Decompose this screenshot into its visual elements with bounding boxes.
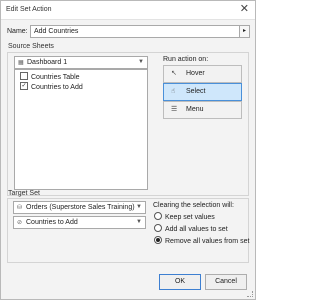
radio-label: Keep set values (165, 214, 215, 221)
chevron-down-icon: ▼ (136, 204, 142, 210)
sheet-label: Countries to Add (31, 84, 83, 91)
set-icon: ⊘ (17, 220, 23, 226)
window-title: Edit Set Action (6, 6, 52, 13)
datasource-icon: ⛁ (17, 205, 23, 211)
radio-add-all-values[interactable]: Add all values to set (154, 224, 228, 234)
sheet-label: Countries Table (31, 74, 80, 81)
target-set-heading: Target Set (8, 190, 40, 197)
radio-button-selected[interactable] (154, 236, 162, 245)
radio-keep-set-values[interactable]: Keep set values (154, 212, 215, 222)
sheet-item-countries-table[interactable]: Countries Table (20, 72, 80, 82)
data-source-dropdown[interactable]: ⛁ Orders (Superstore Sales Training) ▼ (13, 201, 146, 214)
menu-label: Menu (186, 106, 204, 113)
dashboard-dropdown[interactable]: ▦ Dashboard 1 ▼ (14, 56, 148, 69)
select-label: Select (186, 88, 206, 95)
dashboard-icon: ▦ (18, 60, 24, 66)
sheets-list: Countries Table ✓ Countries to Add (14, 69, 148, 190)
radio-button[interactable] (154, 224, 162, 233)
cancel-button[interactable]: Cancel (205, 274, 247, 290)
source-sheets-heading: Source Sheets (8, 43, 54, 50)
hover-label: Hover (186, 70, 205, 77)
pointer-icon: ☝ (171, 88, 176, 95)
set-value: Countries to Add (26, 219, 78, 226)
dashboard-value: Dashboard 1 (27, 59, 68, 66)
name-menu-button[interactable]: ▸ (239, 25, 250, 38)
name-input[interactable]: Add Countries (30, 25, 243, 38)
run-action-label: Run action on: (163, 56, 209, 63)
chevron-down-icon: ▼ (136, 219, 142, 225)
data-source-value: Orders (Superstore Sales Training) (26, 204, 135, 211)
title-bar: Edit Set Action ✕ (1, 1, 255, 20)
ok-button[interactable]: OK (159, 274, 201, 290)
radio-remove-all-values[interactable]: Remove all values from set (154, 236, 250, 246)
cursor-icon: ↖ (171, 70, 177, 77)
radio-button[interactable] (154, 212, 162, 221)
menu-button[interactable]: ☰ Menu (163, 101, 242, 119)
radio-label: Add all values to set (165, 226, 228, 233)
clearing-label: Clearing the selection will: (153, 202, 234, 209)
edit-set-action-dialog: Edit Set Action ✕ Name: Add Countries ▸ … (0, 0, 256, 300)
checkbox-checked[interactable]: ✓ (20, 82, 28, 91)
resize-grip-icon[interactable] (247, 291, 253, 297)
name-label: Name: (7, 28, 28, 35)
select-button[interactable]: ☝ Select (163, 83, 242, 101)
sheet-item-countries-to-add[interactable]: ✓ Countries to Add (20, 82, 83, 92)
set-dropdown[interactable]: ⊘ Countries to Add ▼ (13, 216, 146, 229)
close-icon[interactable]: ✕ (240, 4, 249, 15)
radio-label: Remove all values from set (165, 238, 250, 245)
checkbox-unchecked[interactable] (20, 72, 28, 81)
menu-icon: ☰ (171, 106, 178, 113)
chevron-down-icon: ▼ (138, 59, 144, 65)
hover-button[interactable]: ↖ Hover (163, 65, 242, 83)
